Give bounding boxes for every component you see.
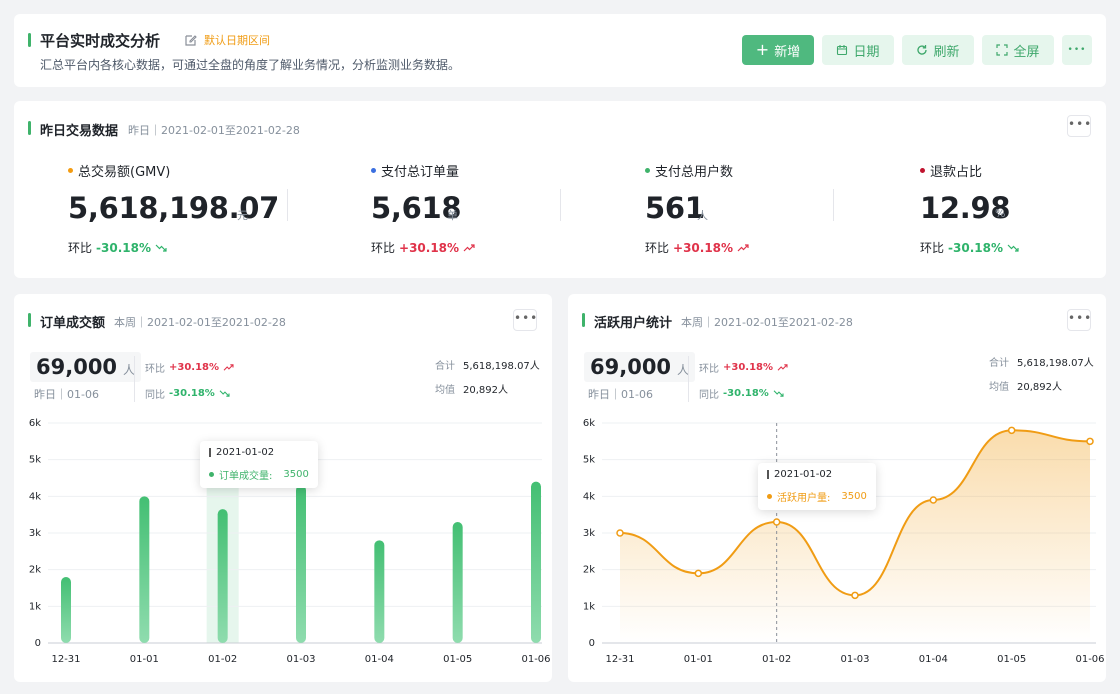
- refresh-button-label: 刷新: [933, 44, 960, 60]
- data-point: [1086, 437, 1094, 446]
- kpi-ratio: 环比 -30.18%: [68, 239, 167, 256]
- data-point: [772, 518, 781, 526]
- y-tick-label: 0: [35, 638, 41, 649]
- x-tick-label: 01-05: [997, 654, 1026, 665]
- header-card: 平台实时成交分析 默认日期区间 汇总平台内各核心数据，可通过全盘的角度了解业务情…: [14, 14, 1106, 87]
- legend-dot: [920, 168, 925, 173]
- bar: [296, 485, 306, 643]
- x-tick-label: 01-02: [762, 654, 791, 665]
- x-tick-label: 01-06: [521, 654, 550, 665]
- bar: [61, 577, 71, 643]
- kpi-label: 总交易额(GMV): [68, 161, 170, 180]
- y-tick-label: 5k: [29, 455, 41, 466]
- trend-up-icon: [463, 243, 475, 251]
- calendar-icon: [837, 45, 848, 56]
- y-tick-label: 6k: [29, 418, 41, 429]
- x-tick-label: 12-31: [605, 654, 634, 665]
- y-tick-label: 4k: [29, 491, 41, 502]
- y-tick-label: 3k: [29, 528, 41, 539]
- bar: [374, 540, 385, 643]
- data-point: [694, 569, 703, 578]
- orders-card: 订单成交额 本周｜2021-02-01至2021-02-28 ••• 69,00…: [14, 294, 552, 682]
- y-tick-label: 1k: [583, 601, 595, 612]
- data-point: [1007, 426, 1016, 435]
- x-tick-label: 01-04: [919, 654, 948, 665]
- y-tick-label: 4k: [583, 491, 595, 502]
- users-card: 活跃用户统计 本周｜2021-02-01至2021-02-28 ••• 69,0…: [568, 294, 1106, 682]
- bar: [452, 522, 463, 643]
- date-button-label: 日期: [853, 44, 880, 60]
- page-title: 平台实时成交分析: [40, 32, 161, 50]
- fullscreen-button-label: 全屏: [1013, 44, 1040, 60]
- x-tick-label: 01-02: [208, 654, 237, 665]
- x-tick-label: 01-01: [130, 654, 159, 665]
- y-tick-label: 6k: [583, 418, 595, 429]
- bar: [217, 509, 228, 643]
- y-tick-label: 1k: [29, 601, 41, 612]
- chart-tooltip: 2021-01-02 活跃用户量: 3500: [758, 463, 876, 510]
- more-options-button[interactable]: •••: [1067, 115, 1091, 137]
- orders-bar-chart: 0 1k 2k 3k 4k 5k 6k 12-31 01-01 01-02 01-03 01-04 01…: [29, 418, 551, 665]
- kpi-label: 退款占比: [920, 161, 982, 180]
- kpi-label: 支付总用户数: [645, 161, 733, 180]
- data-point: [616, 529, 624, 537]
- kpi-ratio: 环比 +30.18%: [645, 239, 749, 256]
- fullscreen-icon: [996, 44, 1009, 56]
- x-tick-label: 12-31: [51, 654, 80, 665]
- divider: [560, 189, 561, 221]
- chart-tooltip: 2021-01-02 订单成交量: 3500: [200, 441, 318, 488]
- edit-icon: [185, 35, 197, 46]
- y-tick-label: 2k: [29, 565, 41, 576]
- divider: [833, 189, 834, 221]
- bar: [139, 496, 150, 643]
- section-accent: [28, 121, 31, 135]
- kpi-value: 561: [645, 191, 705, 225]
- kpi-unit: 元: [237, 209, 248, 222]
- title-accent: [28, 33, 31, 47]
- kpi-ratio: 环比 -30.18%: [920, 239, 1019, 256]
- legend-dot: [209, 472, 214, 477]
- date-button[interactable]: 日期: [822, 35, 894, 65]
- legend-dot: [68, 168, 73, 173]
- data-point: [929, 496, 938, 504]
- x-tick-label: 01-06: [1075, 654, 1104, 665]
- bar: [531, 481, 541, 643]
- x-tick-label: 01-04: [365, 654, 394, 665]
- section-title: 昨日交易数据: [40, 124, 119, 139]
- more-icon: •••: [1067, 45, 1087, 55]
- plus-icon: +: [755, 40, 770, 59]
- refresh-icon: [917, 45, 928, 55]
- trend-down-icon: [155, 244, 167, 252]
- data-point: [851, 591, 859, 600]
- y-tick-label: 5k: [583, 455, 595, 466]
- kpi-ratio: 环比 +30.18%: [371, 239, 475, 256]
- y-tick-label: 0: [589, 638, 595, 649]
- page-subtitle: 汇总平台内各核心数据，可通过全盘的角度了解业务情况，分析监测业务数据。: [40, 58, 461, 72]
- add-button[interactable]: + 新增: [742, 35, 814, 65]
- refresh-button[interactable]: 刷新: [902, 35, 974, 65]
- legend-dot: [371, 168, 376, 173]
- x-tick-label: 01-03: [286, 654, 315, 665]
- fullscreen-button[interactable]: 全屏: [982, 35, 1054, 65]
- x-tick-label: 01-03: [840, 654, 869, 665]
- date-range-link[interactable]: 默认日期区间: [184, 32, 270, 48]
- yesterday-card: 昨日交易数据 昨日｜2021-02-01至2021-02-28 ••• 总交易额…: [14, 101, 1106, 278]
- more-options-button[interactable]: •••: [1062, 35, 1092, 65]
- trend-down-icon: [1007, 244, 1019, 252]
- add-button-label: 新增: [774, 44, 801, 60]
- y-tick-label: 2k: [583, 565, 595, 576]
- kpi-label: 支付总订单量: [371, 161, 459, 180]
- section-meta: 昨日｜2021-02-01至2021-02-28: [128, 124, 300, 137]
- y-tick-label: 3k: [583, 528, 595, 539]
- divider: [287, 189, 288, 221]
- kpi-unit: %: [995, 207, 1006, 220]
- kpi-unit: 人: [697, 209, 708, 222]
- date-range-link-label: 默认日期区间: [204, 34, 270, 47]
- legend-dot: [767, 494, 772, 499]
- kpi-unit: 单: [447, 209, 458, 222]
- trend-up-icon: [737, 243, 749, 251]
- x-tick-label: 01-01: [684, 654, 713, 665]
- x-tick-label: 01-05: [443, 654, 472, 665]
- legend-dot: [645, 168, 650, 173]
